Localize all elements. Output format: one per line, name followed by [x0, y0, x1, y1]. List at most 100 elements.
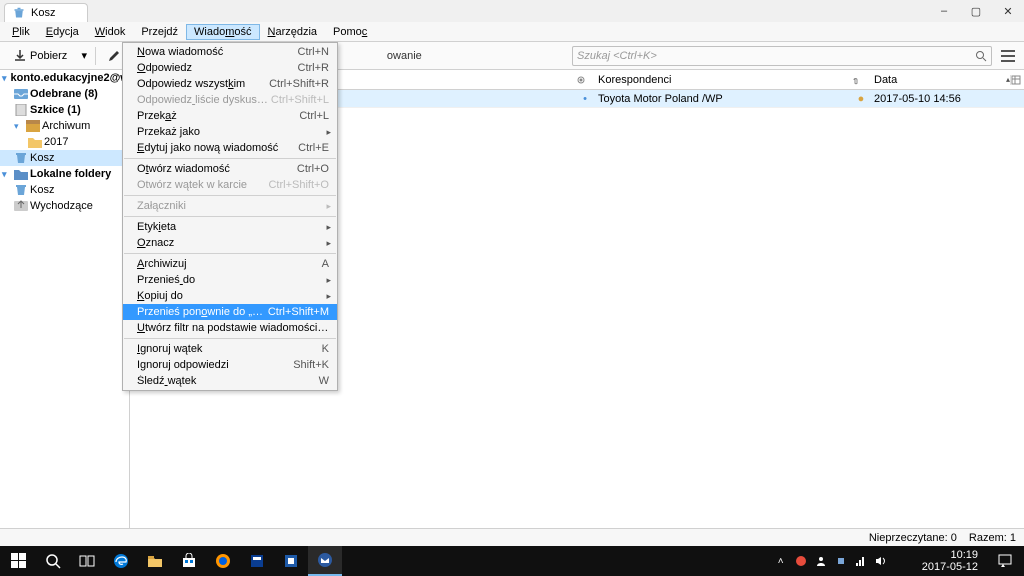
- task-view-button[interactable]: [70, 546, 104, 576]
- get-mail-button[interactable]: Pobierz: [6, 47, 75, 65]
- menu-item[interactable]: Nowa wiadomośćCtrl+N: [123, 44, 337, 60]
- menu-item-shortcut: Ctrl+Shift+O: [268, 179, 329, 191]
- menu-item-shortcut: Ctrl+Shift+M: [268, 306, 329, 318]
- message-menu-dropdown: Nowa wiadomośćCtrl+NOdpowiedzCtrl+ROdpow…: [122, 42, 338, 391]
- menubar: PlikEdycjaWidokPrzejdźWiadomośćNarzędzia…: [0, 22, 1024, 42]
- store-taskbar-icon[interactable]: [172, 546, 206, 576]
- trash-icon: [14, 184, 28, 196]
- menu-separator: [124, 253, 336, 254]
- app-menu-button[interactable]: [998, 46, 1018, 66]
- app-taskbar-icon[interactable]: [240, 546, 274, 576]
- outbox-folder[interactable]: Wychodzące: [0, 198, 129, 214]
- menu-item[interactable]: OdpowiedzCtrl+R: [123, 60, 337, 76]
- archive-2017-folder[interactable]: 2017: [0, 134, 129, 150]
- inbox-folder[interactable]: Odebrane (8): [0, 86, 129, 102]
- column-attachment[interactable]: [852, 75, 870, 85]
- menu-item[interactable]: Otwórz wiadomośćCtrl+O: [123, 161, 337, 177]
- menu-item-label: Otwórz wiadomość: [137, 163, 297, 175]
- menu-wiadomość[interactable]: Wiadomość: [186, 24, 259, 40]
- edge-taskbar-icon[interactable]: [104, 546, 138, 576]
- action-center-icon[interactable]: [992, 546, 1018, 576]
- trash-icon: [14, 152, 28, 164]
- attachment-indicator: ●: [852, 93, 870, 105]
- menu-item[interactable]: PrzekażCtrl+L: [123, 108, 337, 124]
- search-icon: [975, 50, 987, 62]
- menu-item-shortcut: W: [319, 375, 329, 387]
- tray-language-icon[interactable]: [894, 554, 908, 568]
- tray-bluetooth-icon[interactable]: [834, 554, 848, 568]
- account-node[interactable]: ▾ konto.edukacyjne2@wp.: [0, 70, 129, 86]
- archive-icon: [26, 120, 40, 132]
- app-tab[interactable]: Kosz: [4, 3, 88, 22]
- column-correspondents[interactable]: Korespondenci: [594, 74, 852, 86]
- column-read[interactable]: [576, 75, 594, 85]
- menu-item[interactable]: Odpowiedz wszystkimCtrl+Shift+R: [123, 76, 337, 92]
- tray-app-icon[interactable]: [794, 554, 808, 568]
- menu-item-shortcut: Ctrl+R: [298, 62, 329, 74]
- app2-taskbar-icon[interactable]: [274, 546, 308, 576]
- menu-separator: [124, 195, 336, 196]
- folder-tree: ▾ konto.edukacyjne2@wp. Odebrane (8) Szk…: [0, 70, 130, 528]
- system-tray: ˄ 10:19 2017-05-12: [774, 546, 1022, 576]
- tray-up-icon[interactable]: ˄: [774, 554, 788, 568]
- menu-item-label: Etykieta: [137, 221, 329, 233]
- status-bar: Nieprzeczytane: 0 Razem: 1: [0, 528, 1024, 546]
- drafts-folder[interactable]: Szkice (1): [0, 102, 129, 118]
- explorer-taskbar-icon[interactable]: [138, 546, 172, 576]
- local-folders-icon: [14, 168, 28, 180]
- trash-folder[interactable]: Kosz: [0, 150, 129, 166]
- menu-item[interactable]: Ignoruj odpowiedziShift+K: [123, 357, 337, 373]
- menu-item-shortcut: Ctrl+Shift+R: [269, 78, 329, 90]
- menu-item-label: Edytuj jako nową wiadomość: [137, 142, 298, 154]
- menu-item-shortcut: Ctrl+N: [298, 46, 329, 58]
- archive-folder[interactable]: ▾ Archiwum: [0, 118, 129, 134]
- menu-item-label: Ignoruj odpowiedzi: [137, 359, 293, 371]
- menu-widok[interactable]: Widok: [87, 24, 134, 40]
- search-input[interactable]: Szukaj <Ctrl+K>: [572, 46, 992, 66]
- minimize-button[interactable]: –: [928, 0, 960, 22]
- thunderbird-taskbar-icon[interactable]: [308, 546, 342, 576]
- trash-icon: [13, 7, 25, 19]
- tray-people-icon[interactable]: [814, 554, 828, 568]
- taskbar-clock[interactable]: 10:19 2017-05-12: [916, 549, 984, 573]
- search-button[interactable]: [36, 546, 70, 576]
- menu-item[interactable]: Utwórz filtr na podstawie wiadomości…: [123, 320, 337, 336]
- tray-volume-icon[interactable]: [874, 554, 888, 568]
- column-picker[interactable]: [1010, 75, 1024, 85]
- menu-item[interactable]: Śledź wątekW: [123, 373, 337, 389]
- menu-item[interactable]: Kopiuj do: [123, 288, 337, 304]
- menu-item[interactable]: Edytuj jako nową wiadomośćCtrl+E: [123, 140, 337, 156]
- firefox-taskbar-icon[interactable]: [206, 546, 240, 576]
- menu-pomoc[interactable]: Pomoc: [325, 24, 375, 40]
- menu-item[interactable]: Przenieś ponownie do „Odebrane”Ctrl+Shif…: [123, 304, 337, 320]
- local-trash-folder[interactable]: Kosz: [0, 182, 129, 198]
- menu-item-shortcut: Ctrl+E: [298, 142, 329, 154]
- window-controls: – ▢ ✕: [928, 0, 1024, 22]
- menu-separator: [124, 158, 336, 159]
- close-button[interactable]: ✕: [992, 0, 1024, 22]
- menu-narzędzia[interactable]: Narzędzia: [260, 24, 326, 40]
- tray-network-icon[interactable]: [854, 554, 868, 568]
- menu-item-label: Oznacz: [137, 237, 329, 249]
- menu-item-label: Odpowiedz: [137, 62, 298, 74]
- menu-plik[interactable]: Plik: [4, 24, 38, 40]
- menu-item-label: Kopiuj do: [137, 290, 329, 302]
- read-indicator[interactable]: •: [576, 93, 594, 105]
- menu-item[interactable]: Przekaż jako: [123, 124, 337, 140]
- column-date[interactable]: Data ▴: [870, 74, 1010, 86]
- menu-edycja[interactable]: Edycja: [38, 24, 87, 40]
- get-mail-dropdown[interactable]: ▾: [77, 49, 91, 62]
- menu-item[interactable]: Oznacz: [123, 235, 337, 251]
- maximize-button[interactable]: ▢: [960, 0, 992, 22]
- menu-item-label: Przekaż jako: [137, 126, 329, 138]
- menu-item[interactable]: Ignoruj wątekK: [123, 341, 337, 357]
- menu-item[interactable]: Przenieś do: [123, 272, 337, 288]
- local-folders-node[interactable]: ▾ Lokalne foldery: [0, 166, 129, 182]
- message-correspondent: Toyota Motor Poland /WP: [594, 93, 852, 105]
- inbox-icon: [14, 88, 28, 100]
- menu-item: Otwórz wątek w karcieCtrl+Shift+O: [123, 177, 337, 193]
- menu-item[interactable]: Etykieta: [123, 219, 337, 235]
- start-button[interactable]: [2, 546, 36, 576]
- menu-przejdź[interactable]: Przejdź: [133, 24, 186, 40]
- menu-item[interactable]: ArchiwizujA: [123, 256, 337, 272]
